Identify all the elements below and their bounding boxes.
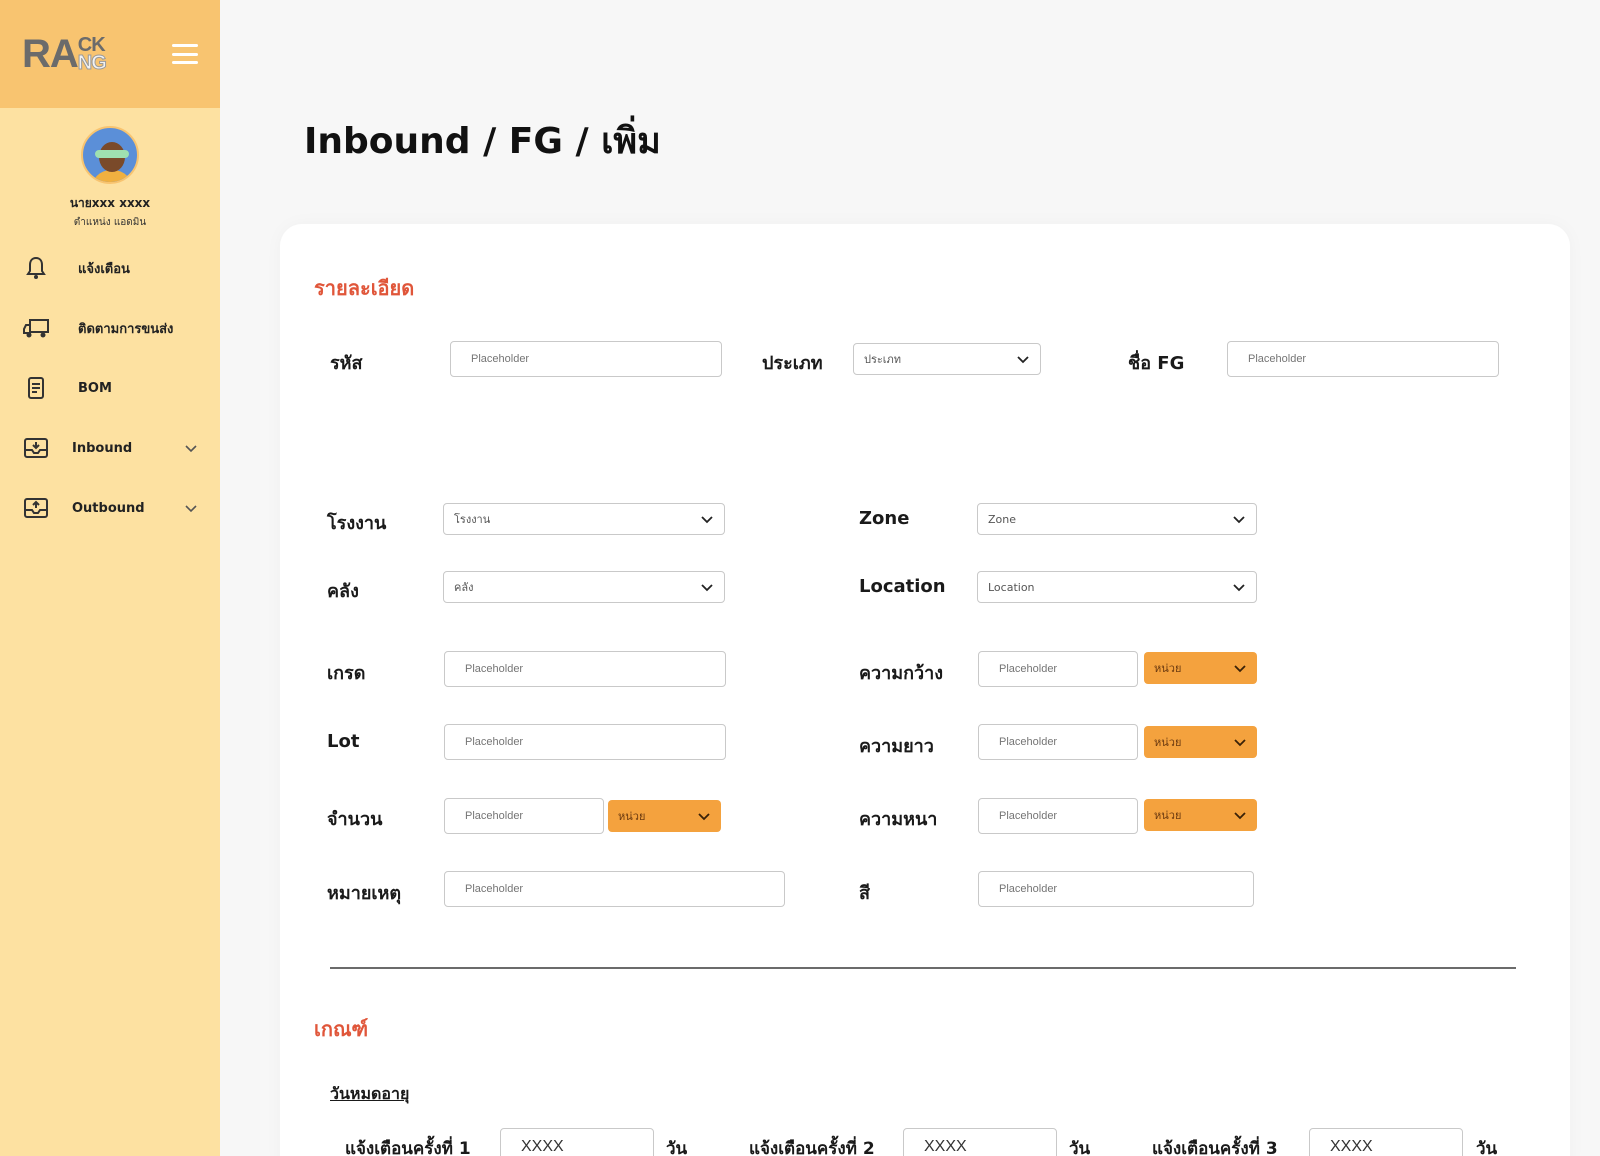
alert-2-label: แจ้งเตือนครั้งที่ 2: [749, 1139, 875, 1156]
width-unit-select[interactable]: หน่วย: [1144, 652, 1257, 684]
chevron-down-icon[interactable]: [184, 441, 198, 455]
factory-select-value: โรงงาน: [454, 513, 491, 526]
zone-select[interactable]: Zone: [977, 503, 1257, 535]
menu-icon[interactable]: [172, 44, 198, 64]
length-unit-select[interactable]: หน่วย: [1144, 726, 1257, 758]
alert-3-label: แจ้งเตือนครั้งที่ 3: [1152, 1139, 1278, 1156]
chevron-down-icon: [1234, 665, 1246, 673]
user-name: นายxxx xxxx: [69, 196, 151, 210]
color-input[interactable]: [978, 871, 1254, 907]
chevron-down-icon: [1017, 356, 1029, 364]
note-label: หมายเหตุ: [327, 883, 402, 904]
sidebar-item-inbound[interactable]: Inbound: [0, 418, 220, 478]
note-input[interactable]: [444, 871, 785, 907]
sidebar-item-label: ติดตามการขนส่ง: [78, 321, 174, 337]
thickness-input[interactable]: [978, 798, 1138, 834]
user-profile: นายxxx xxxx ตำแหน่ง แอดมิน: [0, 108, 220, 238]
quantity-unit-value: หน่วย: [618, 810, 646, 823]
section-divider: [330, 967, 1516, 969]
fg-name-input[interactable]: [1227, 341, 1499, 377]
sidebar-item-label: แจ้งเตือน: [78, 261, 130, 277]
logo-bar: RA CK NG: [0, 0, 220, 108]
location-select[interactable]: Location: [977, 571, 1257, 603]
grade-label: เกรด: [327, 663, 366, 684]
type-label: ประเภท: [762, 353, 823, 374]
chevron-down-icon: [1233, 584, 1245, 592]
bell-icon: [22, 254, 50, 282]
zone-label: Zone: [859, 508, 910, 529]
code-input[interactable]: [450, 341, 722, 377]
lot-label: Lot: [327, 731, 360, 752]
warehouse-select-value: คลัง: [454, 581, 474, 594]
section-title-criteria: เกณฑ์: [314, 1017, 369, 1041]
quantity-label: จำนวน: [327, 809, 383, 830]
alert-3-input[interactable]: [1309, 1128, 1463, 1156]
warehouse-label: คลัง: [327, 581, 359, 602]
grade-input[interactable]: [444, 651, 726, 687]
sidebar-item-label: Outbound: [72, 500, 145, 516]
thickness-unit-select[interactable]: หน่วย: [1144, 799, 1257, 831]
thickness-label: ความหนา: [859, 809, 938, 830]
chevron-down-icon[interactable]: [184, 501, 198, 515]
logo-stack: CK NG: [77, 35, 107, 74]
width-unit-value: หน่วย: [1154, 662, 1182, 675]
alert-2-input[interactable]: [903, 1128, 1057, 1156]
logo-letters: RA: [22, 31, 79, 76]
sidebar-item-label: BOM: [78, 380, 112, 396]
brand-logo[interactable]: RA CK NG: [22, 31, 107, 77]
inbox-upload-icon: [22, 494, 50, 522]
chevron-down-icon: [1234, 739, 1246, 747]
sidebar-item-notifications[interactable]: แจ้งเตือน: [0, 238, 220, 298]
thickness-unit-value: หน่วย: [1154, 809, 1182, 822]
alert-1-input[interactable]: [500, 1128, 654, 1156]
factory-label: โรงงาน: [327, 513, 387, 534]
type-select[interactable]: ประเภท: [853, 343, 1041, 375]
factory-select[interactable]: โรงงาน: [443, 503, 725, 535]
alert-3-suffix: วัน: [1476, 1139, 1498, 1156]
warehouse-select[interactable]: คลัง: [443, 571, 725, 603]
type-select-value: ประเภท: [864, 353, 902, 366]
lot-input[interactable]: [444, 724, 726, 760]
color-label: สี: [859, 883, 870, 904]
sidebar-item-bom[interactable]: BOM: [0, 358, 220, 418]
logo-letters-bottom: NG: [77, 52, 107, 74]
location-label: Location: [859, 576, 946, 597]
chevron-down-icon: [701, 516, 713, 524]
truck-icon: [22, 314, 50, 342]
alert-2-suffix: วัน: [1069, 1139, 1091, 1156]
quantity-unit-select[interactable]: หน่วย: [608, 800, 721, 832]
page-title: Inbound / FG / เพิ่ม: [304, 121, 661, 162]
chevron-down-icon: [698, 813, 710, 821]
sidebar: RA CK NG นายxxx xxxx ตำแหน่ง แอดมิน แจ้ง…: [0, 0, 220, 1156]
code-label: รหัส: [330, 353, 363, 374]
width-label: ความกว้าง: [859, 663, 944, 684]
chevron-down-icon: [1233, 516, 1245, 524]
inbox-download-icon: [22, 434, 50, 462]
zone-select-value: Zone: [988, 512, 1017, 526]
sidebar-item-shipment-tracking[interactable]: ติดตามการขนส่ง: [0, 298, 220, 358]
alert-1-suffix: วัน: [666, 1139, 688, 1156]
chevron-down-icon: [1234, 812, 1246, 820]
length-input[interactable]: [978, 724, 1138, 760]
width-input[interactable]: [978, 651, 1138, 687]
chevron-down-icon: [701, 584, 713, 592]
length-label: ความยาว: [859, 736, 934, 757]
sidebar-item-label: Inbound: [72, 440, 133, 456]
fg-name-label: ชื่อ FG: [1128, 353, 1185, 374]
quantity-input[interactable]: [444, 798, 604, 834]
user-role: ตำแหน่ง แอดมิน: [73, 217, 147, 228]
document-list-icon: [22, 374, 50, 402]
sidebar-item-outbound[interactable]: Outbound: [0, 478, 220, 538]
length-unit-value: หน่วย: [1154, 736, 1182, 749]
alert-1-label: แจ้งเตือนครั้งที่ 1: [345, 1139, 471, 1156]
expiry-label: วันหมดอายุ: [330, 1084, 410, 1103]
avatar[interactable]: [81, 126, 139, 184]
location-select-value: Location: [988, 580, 1035, 594]
section-title-details: รายละเอียด: [314, 276, 415, 300]
